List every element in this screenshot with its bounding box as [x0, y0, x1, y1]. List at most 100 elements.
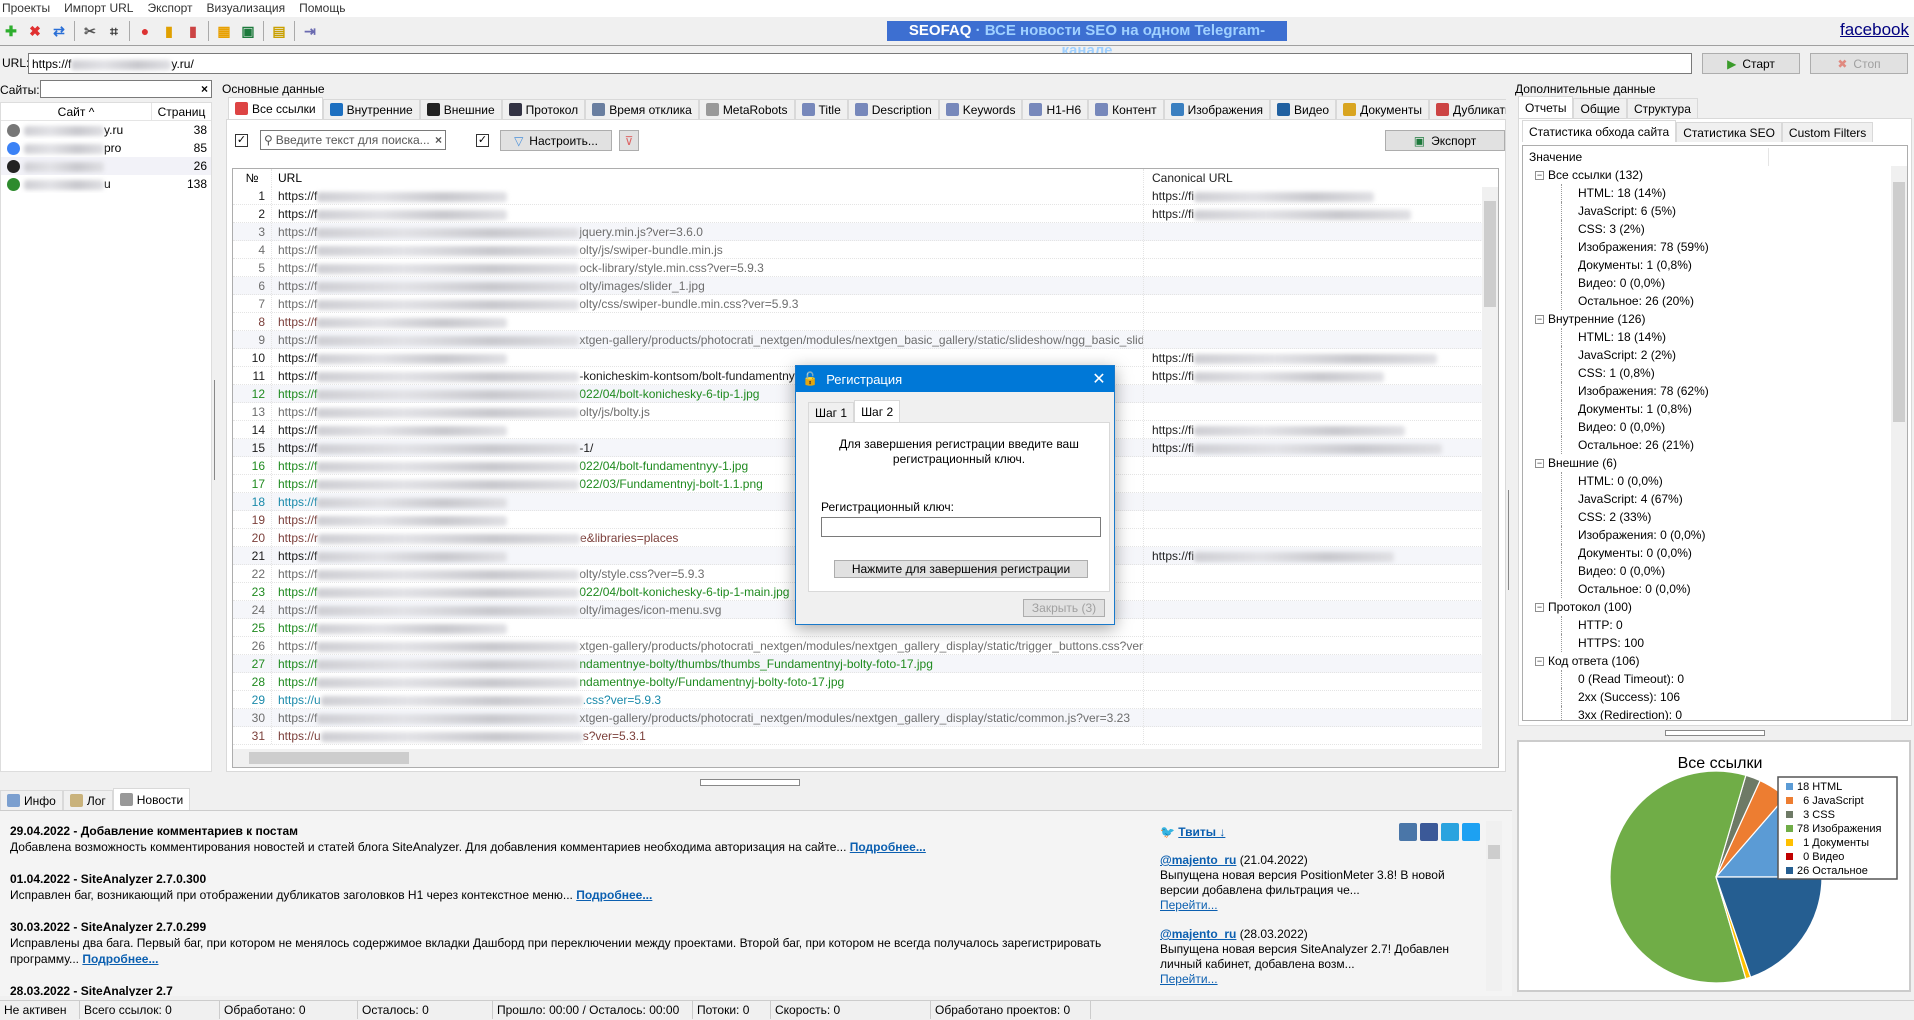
tree-item[interactable]: 3xx (Redirection): 0: [1561, 706, 1682, 720]
configure-filter-button[interactable]: ▽ Настроить...: [500, 130, 612, 151]
filter-checkbox[interactable]: ✓: [476, 134, 489, 147]
tab-seo-stats[interactable]: Статистика SEO: [1676, 122, 1782, 142]
tree-item[interactable]: Документы: 1 (0,8%): [1561, 400, 1692, 418]
horizontal-scrollbar[interactable]: [233, 749, 1498, 767]
tweets-link[interactable]: Твиты ↓: [1178, 825, 1225, 839]
tree-group[interactable]: − Код ответа (106): [1535, 652, 1640, 670]
stop-button[interactable]: ✖ Стоп: [1810, 53, 1908, 74]
tree-item[interactable]: Изображения: 78 (62%): [1561, 382, 1709, 400]
tab-1[interactable]: Внутренние: [322, 99, 420, 119]
tab-10[interactable]: Контент: [1088, 99, 1164, 119]
scrollbar-thumb[interactable]: [1484, 201, 1496, 307]
refresh-icon[interactable]: ⇄: [50, 22, 68, 40]
tab-info[interactable]: Инфо: [0, 790, 63, 810]
table-row[interactable]: 5 https://f ock-library/style.min.css?ver=…: [233, 259, 1483, 277]
col-pages[interactable]: Страниц: [151, 103, 211, 120]
collapse-icon[interactable]: −: [1535, 459, 1544, 469]
tab-structure[interactable]: Структура: [1626, 98, 1698, 118]
tab-step-1[interactable]: Шаг 1: [808, 402, 855, 422]
tree-item[interactable]: HTML: 18 (14%): [1561, 184, 1666, 202]
facebook-icon[interactable]: [1420, 823, 1438, 841]
tab-13[interactable]: Документы: [1336, 99, 1429, 119]
sitemap-icon[interactable]: ▦: [215, 22, 233, 40]
export-button[interactable]: ▣ Экспорт: [1385, 130, 1505, 151]
tree-item[interactable]: Видео: 0 (0,0%): [1561, 562, 1665, 580]
vertical-scrollbar[interactable]: [1482, 187, 1498, 749]
tree-item[interactable]: Остальное: 26 (20%): [1561, 292, 1694, 310]
tab-step-2[interactable]: Шаг 2: [854, 400, 901, 422]
site-row[interactable]: y.ru 38: [1, 121, 211, 139]
tab-12[interactable]: Видео: [1270, 99, 1337, 119]
binoculars-icon[interactable]: ⌗: [105, 22, 123, 40]
tab-4[interactable]: Время отклика: [585, 99, 699, 119]
col-canonical[interactable]: Canonical URL: [1143, 169, 1483, 187]
clear-filter-button[interactable]: ⊽: [619, 130, 639, 151]
tab-custom-filters[interactable]: Custom Filters: [1781, 122, 1874, 142]
graph-icon[interactable]: ●: [136, 22, 154, 40]
collapse-icon[interactable]: −: [1535, 603, 1544, 613]
news-more-link[interactable]: Подробнее...: [82, 952, 158, 966]
tree-item[interactable]: JavaScript: 4 (67%): [1561, 490, 1683, 508]
col-site[interactable]: Сайт ^: [1, 103, 151, 120]
tab-news[interactable]: Новости: [112, 788, 191, 810]
table-row[interactable]: 9 https://f xtgen-gallery/products/photocr…: [233, 331, 1483, 349]
tab-crawl-stats[interactable]: Статистика обхода сайта: [1522, 120, 1677, 142]
tab-11[interactable]: Изображения: [1163, 99, 1271, 119]
collapse-icon[interactable]: −: [1535, 657, 1544, 667]
search-checkbox[interactable]: ✓: [235, 134, 248, 147]
tweet-go-link[interactable]: Перейти...: [1160, 972, 1218, 986]
tab-3[interactable]: Протокол: [501, 99, 586, 119]
menu-visualization[interactable]: Визуализация: [207, 0, 286, 17]
twitter-icon[interactable]: [1462, 823, 1480, 841]
tweet-go-link[interactable]: Перейти...: [1160, 898, 1218, 912]
menu-import-url[interactable]: Импорт URL: [64, 0, 133, 17]
scrollbar-thumb[interactable]: [1893, 182, 1905, 422]
report-icon[interactable]: ▤: [270, 22, 288, 40]
collapse-icon[interactable]: −: [1535, 171, 1544, 181]
splitter-bottom[interactable]: [700, 779, 800, 786]
tab-9[interactable]: H1-H6: [1022, 99, 1089, 119]
bar-chart-2-icon[interactable]: ▮: [184, 22, 202, 40]
scrollbar-thumb[interactable]: [1488, 845, 1500, 859]
vk-icon[interactable]: [1399, 823, 1417, 841]
site-row[interactable]: u 138: [1, 175, 211, 193]
tab-14[interactable]: Дубликаты: [1428, 99, 1506, 119]
menu-export[interactable]: Экспорт: [147, 0, 192, 17]
tree-group[interactable]: − Внешние (6): [1535, 454, 1617, 472]
tree-group[interactable]: − Внутренние (126): [1535, 310, 1645, 328]
tab-general[interactable]: Общие: [1573, 98, 1627, 118]
menu-help[interactable]: Помощь: [299, 0, 345, 17]
bar-chart-icon[interactable]: ▮: [160, 22, 178, 40]
add-icon[interactable]: ✚: [2, 22, 20, 40]
tab-7[interactable]: Description: [847, 99, 939, 119]
tree-item[interactable]: Остальное: 26 (21%): [1561, 436, 1694, 454]
tweet-user-link[interactable]: @majento_ru: [1160, 853, 1236, 867]
tree-item[interactable]: Документы: 0 (0,0%): [1561, 544, 1692, 562]
tab-5[interactable]: MetaRobots: [698, 99, 795, 119]
scrollbar-thumb[interactable]: [249, 752, 409, 764]
table-row[interactable]: 30 https://f xtgen-gallery/products/photoc…: [233, 709, 1483, 727]
site-row[interactable]: pro 85: [1, 139, 211, 157]
tree-item[interactable]: HTTPS: 100: [1561, 634, 1644, 652]
tab-log[interactable]: Лог: [62, 790, 113, 810]
clear-icon[interactable]: ×: [435, 133, 442, 147]
close-button[interactable]: Закрыть (3): [1023, 599, 1105, 617]
tree-item[interactable]: HTTP: 0: [1561, 616, 1623, 634]
table-row[interactable]: 8 https://f: [233, 313, 1483, 331]
table-row[interactable]: 7 https://f olty/css/swiper-bundle.min.css…: [233, 295, 1483, 313]
col-url[interactable]: URL: [271, 169, 1143, 187]
tab-reports[interactable]: Отчеты: [1518, 96, 1574, 118]
facebook-link[interactable]: facebook: [1840, 20, 1909, 40]
table-row[interactable]: 31 https://u s?ver=5.3.1: [233, 727, 1483, 745]
search-input[interactable]: ⚲ Введите текст для поиска... ×: [260, 130, 446, 150]
sites-filter-input[interactable]: ×: [40, 80, 212, 98]
site-row[interactable]: 26: [1, 157, 211, 175]
tree-item[interactable]: Остальное: 0 (0,0%): [1561, 580, 1691, 598]
tree-item[interactable]: CSS: 3 (2%): [1561, 220, 1645, 238]
settings-icon[interactable]: ✂: [81, 22, 99, 40]
tree-item[interactable]: Изображения: 78 (59%): [1561, 238, 1709, 256]
tree-item[interactable]: CSS: 2 (33%): [1561, 508, 1651, 526]
clear-icon[interactable]: ×: [201, 82, 208, 96]
table-row[interactable]: 4 https://f olty/js/swiper-bundle.min.js: [233, 241, 1483, 259]
tab-0[interactable]: Все ссылки: [228, 97, 323, 119]
